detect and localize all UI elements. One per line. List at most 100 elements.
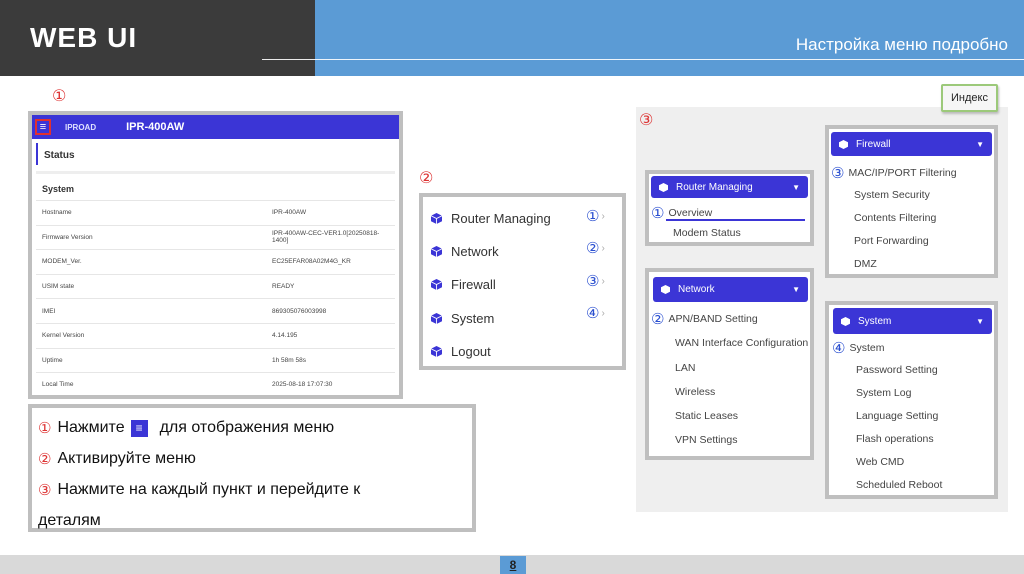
- instruction-line-4: деталям: [38, 512, 101, 530]
- submenu-item-lan[interactable]: LAN: [675, 362, 695, 374]
- item-label: Overview: [668, 207, 713, 219]
- submenu-item-language[interactable]: Language Setting: [856, 410, 938, 422]
- row-key: Firmware Version: [42, 233, 93, 241]
- network-header[interactable]: Network ▼: [653, 277, 808, 302]
- instruction-text: для отображения меню: [159, 419, 335, 436]
- marker-2: ②: [38, 450, 52, 468]
- row-value: IPR-400AW: [272, 209, 307, 217]
- instruction-line-2: ② Активируйте меню: [38, 450, 196, 468]
- table-row: Uptime 1h 58m 58s: [36, 347, 395, 373]
- instruction-line-3: ③ Нажмите на каждый пункт и перейдите к: [38, 481, 360, 499]
- marker-2: ②: [419, 168, 434, 187]
- submenu-item-flash[interactable]: Flash operations: [856, 433, 934, 445]
- menu-marker-3: ③ ›: [586, 272, 605, 290]
- cube-icon: [841, 316, 850, 326]
- submenu-item-contents-filtering[interactable]: Contents Filtering: [854, 212, 936, 224]
- card-title: Firewall: [856, 138, 891, 150]
- router-managing-header[interactable]: Router Managing ▼: [651, 176, 808, 198]
- table-row: Kernel Version 4.14.195: [36, 322, 395, 348]
- submenu-item-port-forwarding[interactable]: Port Forwarding: [854, 235, 929, 247]
- submenu-item-dmz[interactable]: DMZ: [854, 258, 877, 270]
- item-label: Wireless: [675, 386, 716, 398]
- marker-4-blue: ④: [832, 339, 846, 357]
- table-row: MODEM_Ver. EC25EFAR08A02M4G_KR: [36, 249, 395, 274]
- marker-3-blue: ③: [586, 272, 600, 290]
- submenu-item-password[interactable]: Password Setting: [856, 364, 938, 376]
- menu-item-label: Logout: [451, 344, 491, 359]
- submenu-item-wireless[interactable]: Wireless: [675, 386, 715, 398]
- instructions-box: ① Нажмите ≡ для отображения меню ② Актив…: [28, 404, 476, 532]
- page-title: WEB UI: [30, 22, 138, 53]
- submenu-item-scheduled-reboot[interactable]: Scheduled Reboot: [856, 479, 942, 491]
- hamburger-menu-icon[interactable]: ≡: [35, 119, 51, 135]
- item-label: Port Forwarding: [854, 235, 929, 247]
- card-title: Network: [678, 284, 715, 295]
- row-value: 2025-08-18 17:07:30: [272, 381, 333, 389]
- instruction-text: Нажмите на каждый пункт и перейдите к: [57, 481, 361, 498]
- card-title: System: [858, 315, 892, 327]
- item-label: System Log: [856, 387, 912, 399]
- submenu-item-system-log[interactable]: System Log: [856, 387, 911, 399]
- submenu-item-web-cmd[interactable]: Web CMD: [856, 456, 904, 468]
- divider: [36, 171, 395, 174]
- firewall-header[interactable]: Firewall ▼: [831, 132, 992, 156]
- status-heading: Status: [36, 143, 395, 165]
- submenu-item-static-leases[interactable]: Static Leases: [675, 410, 738, 422]
- instruction-line-1: ① Нажмите ≡ для отображения меню: [38, 419, 334, 437]
- menu-item-router-managing[interactable]: Router Managing: [431, 211, 551, 226]
- cube-icon: [839, 139, 848, 149]
- submenu-item-vpn[interactable]: VPN Settings: [675, 434, 737, 446]
- row-value: 869305076003998: [272, 307, 327, 315]
- item-label: LAN: [675, 362, 696, 374]
- cube-icon: [431, 346, 442, 357]
- menu-item-logout[interactable]: Logout: [431, 344, 491, 359]
- menu-item-system[interactable]: System: [431, 311, 494, 326]
- chevron-right-icon: ›: [601, 275, 605, 287]
- card-title: Router Managing: [676, 181, 753, 193]
- header-divider: [262, 59, 1024, 60]
- marker-1: ①: [38, 419, 52, 437]
- table-row: Local Time 2025-08-18 17:07:30: [36, 372, 395, 395]
- brand-logo: IPROAD: [65, 122, 97, 132]
- item-label: Password Setting: [856, 364, 938, 376]
- item-label: Static Leases: [675, 410, 739, 422]
- item-label: Contents Filtering: [854, 212, 937, 224]
- chevron-down-icon: ▼: [976, 139, 984, 149]
- submenu-item-mac-filter[interactable]: ③ MAC/IP/PORT Filtering: [831, 164, 957, 182]
- menu-marker-1: ① ›: [586, 207, 605, 225]
- system-header[interactable]: System ▼: [833, 308, 992, 334]
- menu-item-firewall[interactable]: Firewall: [431, 277, 496, 292]
- page-number[interactable]: 8: [500, 556, 526, 574]
- menu-item-label: Router Managing: [451, 211, 551, 226]
- row-value: 4.14.195: [272, 332, 298, 340]
- instruction-text: Активируйте меню: [57, 450, 196, 467]
- submenu-item-system[interactable]: ④ System: [832, 339, 884, 357]
- row-key: MODEM_Ver.: [42, 258, 82, 266]
- menu-item-network[interactable]: Network: [431, 244, 499, 259]
- menu-marker-4: ④ ›: [586, 304, 605, 322]
- row-value: 1h 58m 58s: [272, 356, 306, 364]
- marker-4-blue: ④: [586, 304, 600, 322]
- cube-icon: [661, 285, 670, 294]
- chevron-right-icon: ›: [601, 307, 605, 319]
- submenu-item-system-security[interactable]: System Security: [854, 189, 930, 201]
- row-value: READY: [272, 283, 295, 291]
- item-label: DMZ: [854, 258, 877, 270]
- row-key: Local Time: [42, 381, 74, 389]
- item-label: APN/BAND Setting: [668, 313, 758, 325]
- submenu-item-wan[interactable]: WAN Interface Configuration: [675, 337, 808, 349]
- marker-1: ①: [52, 86, 67, 105]
- menu-item-label: Firewall: [451, 277, 496, 292]
- row-key: Kernel Version: [42, 332, 85, 340]
- submenu-item-apn[interactable]: ② APN/BAND Setting: [651, 310, 758, 328]
- chevron-right-icon: ›: [601, 242, 605, 254]
- status-screenshot-panel: ≡ IPROAD IPR-400AW Status System Hostnam…: [28, 111, 403, 399]
- submenu-item-modem-status[interactable]: Modem Status: [673, 227, 741, 239]
- index-button[interactable]: Индекс: [941, 84, 998, 112]
- item-label: System Security: [854, 189, 930, 201]
- table-row: Hostname IPR-400AW: [36, 200, 395, 225]
- main-menu-panel: Router Managing Network Firewall System …: [419, 193, 626, 370]
- row-key: IMEI: [42, 307, 56, 315]
- item-label: Language Setting: [856, 410, 939, 422]
- cube-icon: [431, 313, 442, 324]
